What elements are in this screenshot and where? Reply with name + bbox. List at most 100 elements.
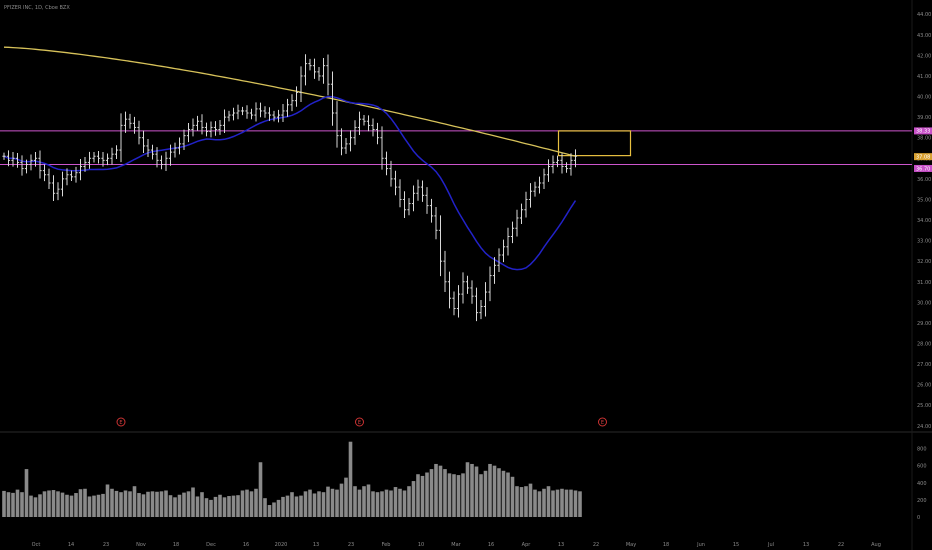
volume-bar: [420, 475, 425, 517]
price-badge-label: 36.70: [916, 166, 930, 172]
volume-bar: [96, 494, 101, 517]
price-bar: [42, 164, 47, 182]
volume-bar: [515, 486, 519, 517]
time-tick-label: 2020: [275, 542, 288, 548]
price-bar: [546, 159, 551, 182]
time-tick-label: Mar: [451, 542, 461, 548]
chart[interactable]: E E E 24.00 25.00 26.00 27.00 28.00 29.00 30.00 3…: [0, 0, 932, 550]
price-bar: [344, 138, 348, 154]
volume-bar: [299, 495, 303, 517]
volume-bar: [470, 463, 474, 517]
price-bar: [407, 198, 411, 216]
time-tick-label: Jul: [767, 542, 774, 548]
volume-bar: [339, 483, 344, 517]
volume-bar: [488, 463, 492, 517]
price-bar: [429, 198, 434, 223]
price-tick-label: 41.00: [917, 74, 931, 80]
price-tick-label: 30.00: [917, 300, 931, 306]
volume-bar: [11, 492, 15, 517]
volume-bar: [240, 490, 245, 517]
price-bar: [312, 58, 317, 79]
volume-bar: [119, 492, 123, 517]
price-bar: [528, 183, 533, 208]
volume-bar: [285, 495, 290, 517]
volume-bar: [74, 493, 78, 517]
price-bar: [510, 221, 515, 244]
volume-bar: [182, 492, 186, 517]
price-bar: [119, 113, 123, 163]
price-bar: [335, 101, 339, 148]
price-tick-label: 34.00: [917, 218, 931, 224]
volume-bars: [2, 441, 582, 517]
price-bar: [47, 168, 51, 190]
price-bar: [411, 185, 416, 212]
price-bar: [443, 250, 447, 293]
price-bar: [357, 111, 362, 136]
volume-bar: [425, 472, 429, 517]
volume-bar: [29, 495, 33, 517]
volume-axis[interactable]: 0 200 400 600 800: [917, 447, 927, 521]
price-bar: [488, 266, 492, 302]
volume-bar: [105, 484, 110, 517]
time-tick-label: Apr: [522, 542, 532, 548]
price-bar: [105, 153, 110, 166]
time-tick-label: Oct: [32, 542, 41, 548]
price-bar: [69, 170, 74, 182]
price-bar: [56, 182, 60, 201]
earnings-marker: E: [598, 417, 607, 427]
price-bar: [321, 57, 326, 84]
price-bar: [371, 118, 375, 137]
price-bar: [474, 287, 479, 322]
price-tick-label: 24.00: [917, 424, 931, 430]
price-bar: [168, 144, 173, 166]
volume-bar: [389, 490, 393, 517]
chart-legend-title[interactable]: PFIZER INC, 1D, Cboe BZX: [4, 5, 70, 11]
price-axis[interactable]: 24.00 25.00 26.00 27.00 28.00 29.00 30.00 31.00…: [917, 12, 931, 430]
volume-bar: [236, 495, 240, 517]
time-tick-label: May: [626, 542, 636, 548]
time-tick-label: Aug: [871, 542, 881, 548]
price-bar: [74, 166, 78, 183]
price-bar: [299, 66, 303, 103]
volume-bar: [137, 493, 141, 517]
volume-bar: [245, 489, 249, 517]
price-bar: [137, 120, 141, 145]
volume-bar: [56, 491, 60, 517]
price-tick-label: 33.00: [917, 239, 931, 245]
volume-bar: [465, 462, 470, 517]
price-bar: [483, 282, 488, 317]
volume-bar: [317, 491, 321, 517]
volume-bar: [402, 490, 407, 517]
price-bar: [533, 181, 537, 197]
volume-bar: [371, 491, 375, 517]
time-tick-label: Feb: [382, 542, 391, 548]
price-bar: [227, 110, 231, 122]
price-bar: [114, 145, 119, 160]
earnings-markers[interactable]: EEE: [116, 417, 607, 427]
volume-bar: [366, 484, 371, 517]
volume-bar: [357, 489, 362, 517]
price-tick-label: 36.00: [917, 177, 931, 183]
earnings-marker-label: E: [119, 420, 122, 426]
price-bar: [20, 155, 24, 176]
time-tick-label: 13: [803, 542, 809, 548]
volume-bar: [497, 468, 501, 517]
price-bar: [416, 179, 420, 201]
time-tick-label: 23: [103, 542, 109, 548]
volume-bar: [281, 496, 285, 517]
time-axis[interactable]: Oct 14 23 Nov 18 Dec 16 2020 13 23 Feb 10 Mar 16 Apr 13…: [32, 542, 881, 548]
volume-bar: [164, 490, 168, 517]
volume-bar: [249, 491, 254, 517]
volume-bar: [258, 462, 263, 517]
volume-bar: [191, 487, 195, 517]
volume-bar: [578, 491, 582, 517]
price-bar: [276, 109, 281, 123]
volume-bar: [312, 493, 317, 517]
volume-bar: [110, 488, 114, 517]
volume-bar: [308, 489, 312, 517]
price-tick-label: 26.00: [917, 383, 931, 389]
price-bar: [438, 215, 443, 277]
volume-bar: [227, 496, 231, 517]
volume-bar: [69, 495, 74, 517]
volume-bar: [150, 491, 155, 517]
